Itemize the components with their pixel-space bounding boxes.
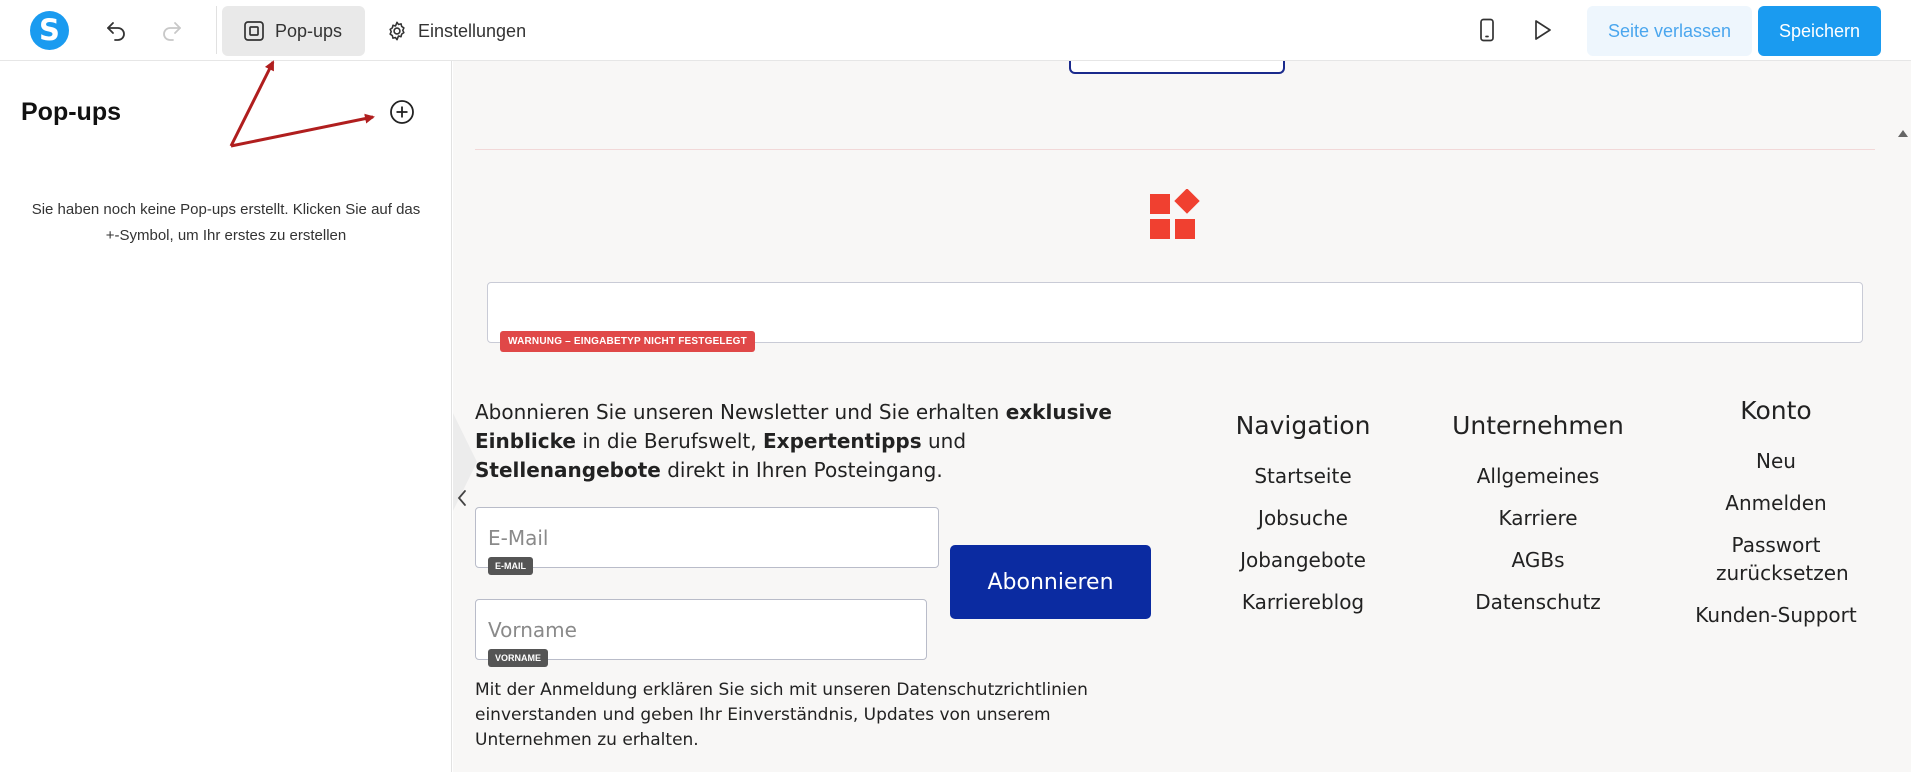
tab-settings[interactable]: Einstellungen [378, 6, 534, 56]
popups-sidebar: Pop-ups Sie haben noch keine Pop-ups ers… [0, 61, 452, 772]
brand-logo-icon [1150, 188, 1202, 246]
footer-link[interactable]: Allgemeines [1438, 462, 1638, 490]
play-icon[interactable] [1526, 14, 1558, 46]
warning-badge: WARNUNG – EINGABETYP NICHT FESTGELEGT [500, 331, 755, 352]
undo-icon[interactable] [100, 14, 132, 46]
sidebar-title: Pop-ups [21, 98, 121, 126]
app-logo[interactable]: S [30, 11, 69, 50]
newsletter-text-4: direkt in Ihren Posteingang. [660, 458, 943, 482]
plus-circle-icon[interactable] [388, 98, 416, 126]
footer-link[interactable]: Passwort zurücksetzen [1676, 531, 1876, 587]
firstname-placeholder: Vorname [488, 618, 577, 642]
footer-link[interactable]: Anmelden [1676, 489, 1876, 517]
tab-settings-label: Einstellungen [418, 20, 527, 41]
footer-column-title: Navigation [1235, 411, 1371, 440]
footer-link[interactable]: Karriereblog [1213, 588, 1393, 616]
subscribe-button[interactable]: Abonnieren [950, 545, 1151, 619]
newsletter-text-3: und [921, 429, 967, 453]
footer-link[interactable]: AGBs [1438, 546, 1638, 574]
tab-popups[interactable]: Pop-ups [222, 6, 365, 56]
redo-icon[interactable] [156, 14, 188, 46]
footer-link[interactable]: Neu [1676, 447, 1876, 475]
chevron-left-icon[interactable] [455, 488, 469, 513]
email-field-badge: E-MAIL [488, 557, 533, 575]
toolbar-divider [216, 6, 217, 54]
footer-column-company: Unternehmen Allgemeines Karriere AGBs Da… [1438, 411, 1638, 630]
tab-popups-label: Pop-ups [275, 20, 343, 41]
footer-column-title: Konto [1740, 396, 1812, 425]
section-divider [475, 149, 1875, 150]
newsletter-text-1: Abonnieren Sie unseren Newsletter und Si… [475, 400, 1006, 424]
empty-state-line-2: +-Symbol, um Ihr erstes zu erstellen [105, 227, 347, 244]
footer-column-account: Konto Neu Anmelden Passwort zurücksetzen… [1676, 396, 1876, 643]
empty-state-line-1: Sie haben noch keine Pop-ups erstellt. K… [31, 201, 421, 218]
consent-text: Mit der Anmeldung erklären Sie sich mit … [475, 680, 1088, 750]
leave-page-button[interactable]: Seite verlassen [1587, 6, 1752, 56]
footer-column-navigation: Navigation Startseite Jobsuche Jobangebo… [1213, 411, 1393, 630]
newsletter-text: Abonnieren Sie unseren Newsletter und Si… [475, 398, 1115, 485]
newsletter-bold-2: Expertentipps [763, 429, 922, 453]
footer-link[interactable]: Startseite [1213, 462, 1393, 490]
top-toolbar: S Pop-ups Einstellungen Seite verlassen … [0, 0, 1911, 61]
footer-link[interactable]: Jobsuche [1213, 504, 1393, 532]
newsletter-bold-3: Stellenangebote [475, 458, 661, 482]
popup-window-icon [243, 20, 265, 42]
footer-column-title: Unternehmen [1452, 411, 1624, 440]
newsletter-text-2: in die Berufswelt, [575, 429, 763, 453]
email-field[interactable]: E-Mail [475, 507, 939, 568]
gear-icon [386, 20, 408, 42]
mobile-device-icon[interactable] [1471, 14, 1503, 46]
footer-link[interactable]: Karriere [1438, 504, 1638, 532]
empty-state-message: Sie haben noch keine Pop-ups erstellt. K… [14, 197, 438, 249]
footer-link[interactable]: Kunden-Support [1676, 601, 1876, 629]
canvas-button-fragment[interactable] [1069, 61, 1285, 74]
email-placeholder: E-Mail [488, 526, 549, 550]
save-button[interactable]: Speichern [1758, 6, 1881, 56]
scroll-up-icon[interactable] [1897, 125, 1911, 139]
footer-link[interactable]: Datenschutz [1438, 588, 1638, 616]
firstname-field-badge: VORNAME [488, 649, 549, 667]
page-canvas: WARNUNG – EINGABETYP NICHT FESTGELEGT Ab… [453, 61, 1911, 772]
footer-link[interactable]: Jobangebote [1213, 546, 1393, 574]
